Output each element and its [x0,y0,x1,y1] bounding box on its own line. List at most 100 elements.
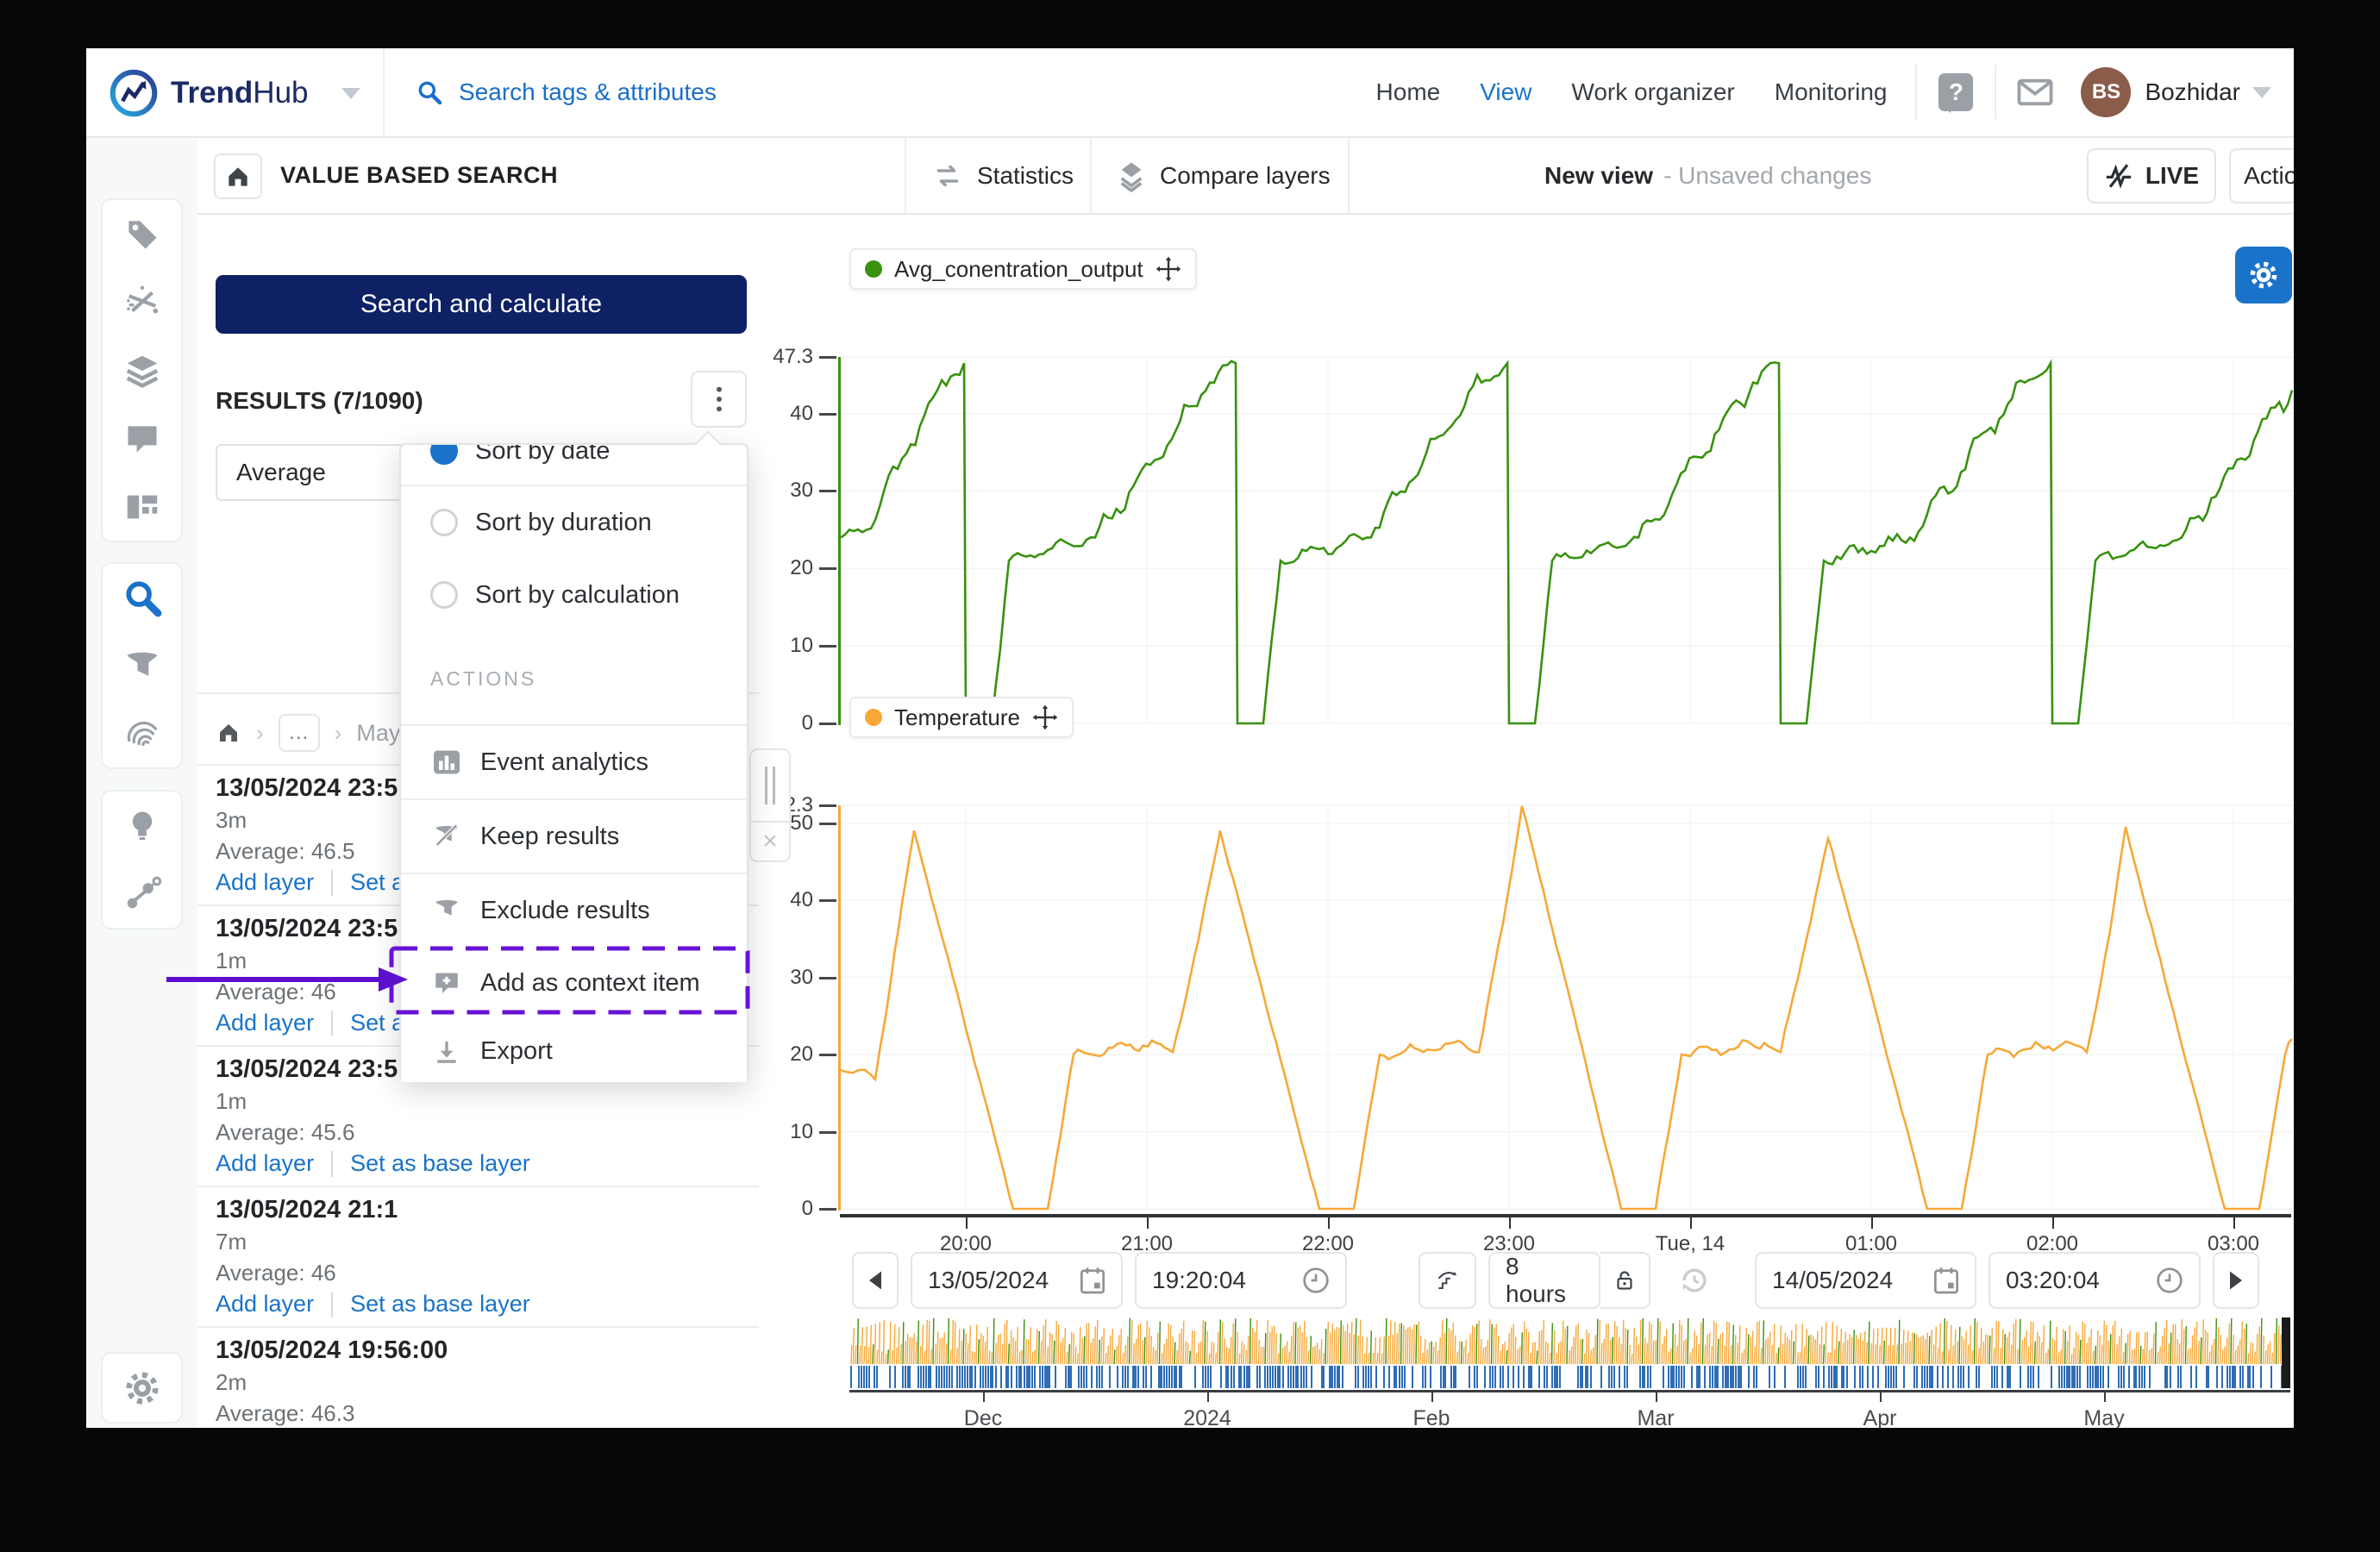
avatar[interactable]: BS [2081,67,2132,117]
legend-avg-concentration[interactable]: Avg_conentration_output [849,248,1197,290]
result-duration: 1m [216,948,247,973]
panel-resize-handle[interactable] [749,748,791,823]
duration-field[interactable]: 8 hours [1488,1252,1600,1309]
sidebar-item-search[interactable] [103,564,181,632]
messages-button[interactable] [2005,48,2065,136]
radio-icon [430,581,458,609]
move-handle-icon[interactable] [1156,256,1181,282]
brand-chevron-down-icon[interactable] [341,88,360,99]
nav-home[interactable]: Home [1376,78,1441,106]
menu-item-exclude-results[interactable]: Exclude results [401,874,747,947]
layers-icon [126,355,158,388]
tab-compare-layers[interactable]: Compare layers [1117,138,1331,213]
help-button[interactable]: ? [1926,48,1986,136]
set-base-layer-link[interactable]: Set as base layer [350,1291,530,1317]
result-list-item[interactable]: 13/05/2024 19:56:00 2m Average: 46.3 Add… [197,1326,759,1428]
result-list-item[interactable]: 13/05/2024 21:1 7m Average: 46 Add layer… [197,1186,759,1326]
menu-item-label: Sort by date [475,445,611,465]
panel-collapse-button[interactable]: × [749,823,791,862]
breadcrumb-home-icon[interactable] [216,720,241,746]
view-name: New view [1544,161,1654,189]
add-layer-link[interactable]: Add layer [216,1010,314,1036]
legend-temperature[interactable]: Temperature [849,697,1074,738]
reset-time-button[interactable] [1666,1252,1723,1309]
time-axis-tick [1328,1217,1330,1229]
series-name: Temperature [894,704,1020,730]
chart-plot-0[interactable] [840,356,2294,725]
add-layer-link[interactable]: Add layer [216,1150,314,1177]
move-handle-icon[interactable] [1032,704,1058,730]
brand-name[interactable]: Trend Hub [171,48,309,138]
add-layer-link[interactable]: Add layer [216,869,314,896]
sidebar-item-fingerprint[interactable] [103,699,181,767]
time-axis [840,1214,2291,1217]
funnel-icon [435,899,458,916]
menu-item-label: Export [480,1037,553,1065]
live-button[interactable]: LIVE [2087,148,2216,203]
menu-item-event-analytics[interactable]: Event analytics [401,726,747,798]
add-layer-link[interactable]: Add layer [216,1291,314,1317]
comment-icon [128,425,156,453]
top-navigation: Home View Work organizer Monitoring ? BS… [1356,48,2294,136]
chart-plot-1[interactable] [840,804,2293,1211]
sidebar-item-comments[interactable] [103,404,181,472]
global-search-input[interactable]: Search tags & attributes [416,48,717,136]
sidebar-item-recommendations[interactable] [103,792,181,860]
sidebar-group-search [101,562,183,769]
home-icon [229,166,247,186]
nav-monitoring[interactable]: Monitoring [1775,78,1888,106]
time-axis-tick [1690,1217,1692,1229]
user-chevron-down-icon[interactable] [2252,86,2271,98]
lock-duration-button[interactable] [1600,1252,1650,1309]
start-date-field[interactable]: 13/05/2024 [911,1252,1123,1309]
chart-settings-button[interactable] [2235,247,2292,304]
result-date: 13/05/2024 23:5 [216,1055,398,1083]
search-and-calculate-button[interactable]: Search and calculate [216,275,747,334]
end-time-field[interactable]: 03:20:04 [1989,1252,2201,1309]
y-axis-tick-label: 10 [790,1119,813,1143]
user-name[interactable]: Bozhidar [2145,78,2240,106]
menu-item-add-as-context-item[interactable]: Add as context item [401,947,747,1019]
value-axis [838,805,841,1211]
panel-home-button[interactable] [214,153,262,199]
y-axis-tick [819,723,836,725]
app-window: Trend Hub Search tags & attributes Home V… [86,48,2294,1428]
nav-work-organizer[interactable]: Work organizer [1571,78,1734,106]
sidebar-item-dashboard[interactable] [103,472,181,541]
pan-right-button[interactable] [2213,1252,2259,1309]
time-axis-tick-label: 20:00 [939,1232,993,1255]
sidebar-item-calculations[interactable] [103,268,181,336]
end-date-field[interactable]: 14/05/2024 [1755,1252,1976,1309]
menu-item-export[interactable]: Export [401,1021,747,1082]
sidebar-item-tags[interactable] [103,200,181,268]
minimap-month-tick [983,1390,985,1402]
y-axis-tick [819,1208,836,1211]
actions-button[interactable]: Actions [2229,148,2294,203]
y-axis-tick [819,804,836,807]
sidebar-item-filter[interactable] [103,632,181,700]
minimap-result-bars[interactable] [849,1366,2290,1388]
results-context-menu: Sort by date Sort by duration Sort by ca… [399,430,748,1082]
trend-step-button[interactable] [1419,1252,1476,1309]
trendhub-logo-icon[interactable] [110,69,158,117]
breadcrumb-ellipsis-button[interactable]: ... [278,714,320,752]
menu-item-sort-by-duration[interactable]: Sort by duration [401,486,747,559]
calendar-icon [1934,1267,1958,1294]
set-base-layer-link[interactable]: Set as base layer [350,1150,530,1177]
help-icon: ? [1938,73,1974,113]
menu-item-sort-by-calculation[interactable]: Sort by calculation [401,559,747,631]
menu-item-keep-results[interactable]: Keep results [401,800,747,873]
result-duration: 3m [216,807,247,833]
sidebar-item-settings[interactable] [103,1354,181,1422]
actions-label: Actions [2244,162,2294,189]
menu-item-sort-by-date[interactable]: Sort by date [401,445,747,485]
sidebar-item-layers[interactable] [103,336,181,404]
minimap-current-window[interactable] [2282,1317,2290,1388]
sidebar-item-context-items[interactable] [103,860,181,928]
start-time-field[interactable]: 19:20:04 [1135,1252,1347,1309]
pan-left-button[interactable] [852,1252,899,1309]
minimap-series[interactable] [849,1317,2290,1364]
tab-statistics[interactable]: Statistics [932,138,1074,213]
nav-view[interactable]: View [1480,78,1531,106]
y-axis-tick-label: 40 [790,401,813,425]
